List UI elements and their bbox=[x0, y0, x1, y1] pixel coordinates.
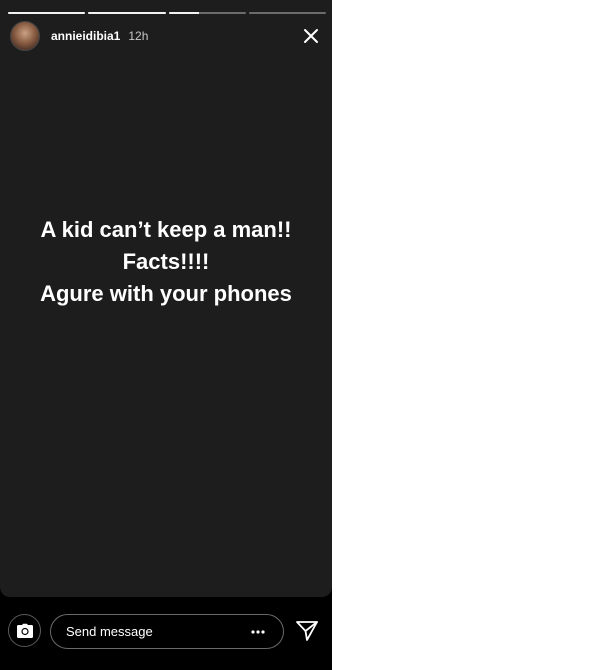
progress-segment bbox=[88, 12, 166, 14]
story-card[interactable]: annieidibia1 12h A kid can’t keep a man!… bbox=[0, 0, 332, 597]
progress-segment-fill bbox=[8, 12, 86, 14]
story-progress-bar bbox=[8, 12, 326, 15]
caption-line: Agure with your phones bbox=[40, 281, 292, 306]
progress-segment-fill bbox=[168, 12, 200, 14]
camera-button[interactable] bbox=[8, 614, 41, 647]
close-icon[interactable] bbox=[300, 25, 322, 47]
story-caption: A kid can’t keep a man!! Facts!!!! Agure… bbox=[0, 214, 332, 310]
send-message-input[interactable]: Send message bbox=[50, 614, 284, 649]
username[interactable]: annieidibia1 bbox=[51, 29, 120, 43]
story-header: annieidibia1 12h bbox=[10, 21, 322, 51]
camera-icon bbox=[16, 623, 33, 638]
progress-segment bbox=[168, 12, 246, 14]
send-message-placeholder: Send message bbox=[66, 624, 153, 639]
progress-segment bbox=[8, 12, 86, 14]
send-direct-icon[interactable] bbox=[295, 619, 319, 643]
caption-line: Facts!!!! bbox=[122, 249, 210, 274]
caption-line: A kid can’t keep a man!! bbox=[40, 217, 292, 242]
avatar[interactable] bbox=[10, 21, 40, 51]
progress-segment-fill bbox=[88, 12, 166, 14]
progress-segment bbox=[248, 12, 326, 14]
more-options-icon[interactable] bbox=[249, 624, 267, 640]
reply-bar: Send message bbox=[0, 597, 332, 670]
story-viewer: annieidibia1 12h A kid can’t keep a man!… bbox=[0, 0, 332, 670]
timestamp: 12h bbox=[128, 29, 149, 43]
